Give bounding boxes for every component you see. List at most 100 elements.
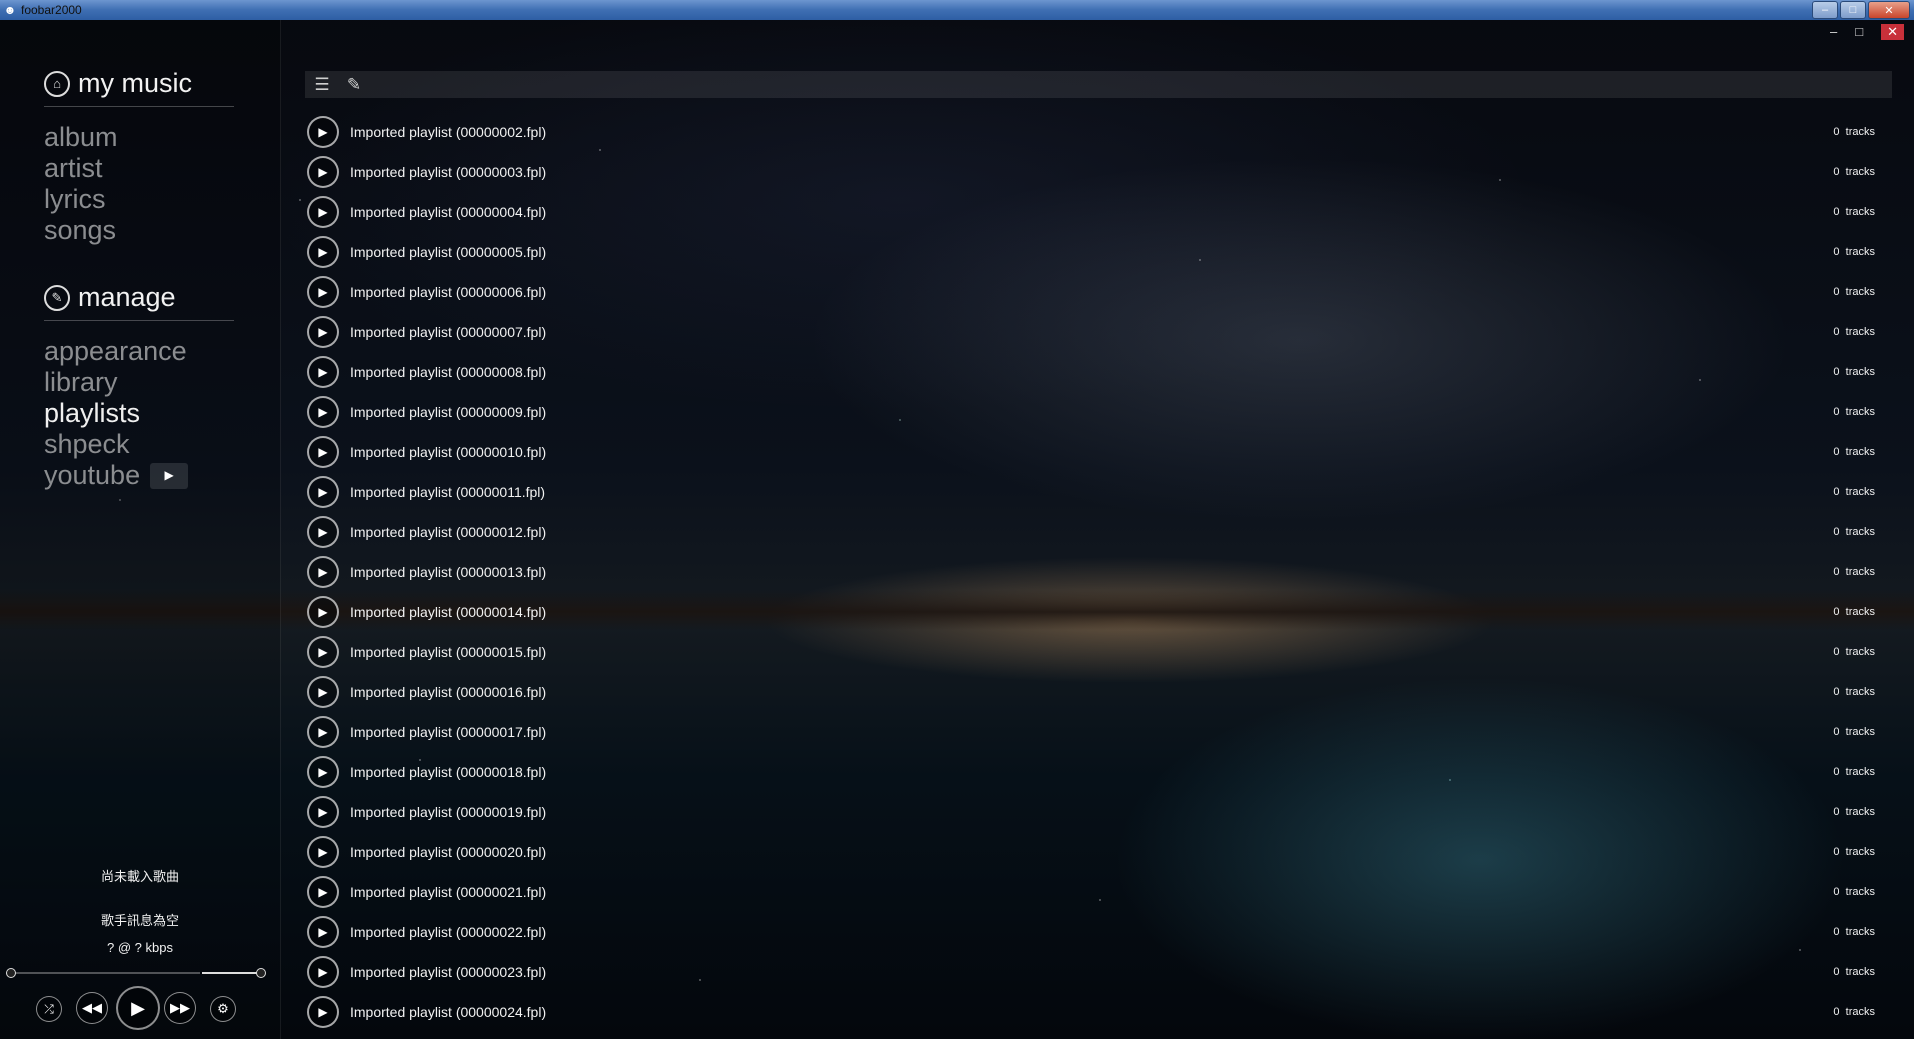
playlist-play-button[interactable]: ▶ [307,996,339,1028]
nav-item-album[interactable]: album [44,122,118,153]
playlist-row[interactable]: ▶ Imported playlist (00000006.fpl) 0 track… [305,272,1875,312]
section-manage[interactable]: ✎ manage [44,282,176,313]
play-icon: ▶ [318,605,328,619]
playlist-play-button[interactable]: ▶ [307,196,339,228]
nav-item-appearance[interactable]: appearance [44,336,188,367]
maximize-button[interactable]: □ [1840,1,1866,19]
nav-item-youtube-row: youtube ▶ [44,460,189,491]
playlist-play-button[interactable]: ▶ [307,716,339,748]
playlist-play-button[interactable]: ▶ [307,556,339,588]
playlist-row[interactable]: ▶ Imported playlist (00000013.fpl) 0 track… [305,552,1875,592]
playlist-play-button[interactable]: ▶ [307,276,339,308]
playlist-play-button[interactable]: ▶ [307,516,339,548]
playlist-play-button[interactable]: ▶ [307,236,339,268]
track-count-unit: tracks [1845,926,1875,938]
playlist-play-button[interactable]: ▶ [307,356,339,388]
playlist-row[interactable]: ▶ Imported playlist (00000007.fpl) 0 track… [305,312,1875,352]
nav-item-lyrics[interactable]: lyrics [44,184,118,215]
next-button[interactable]: ▶▶ [164,992,196,1024]
playlist-play-button[interactable]: ▶ [307,316,339,348]
playlist-row[interactable]: ▶ Imported playlist (00000017.fpl) 0 track… [305,712,1875,752]
play-icon: ▶ [318,965,328,979]
playlist-play-button[interactable]: ▶ [307,396,339,428]
playlist-track-count: 0 tracks [1833,646,1875,658]
playlist-play-button[interactable]: ▶ [307,836,339,868]
nav-item-songs[interactable]: songs [44,215,118,246]
track-count-unit: tracks [1845,446,1875,458]
playlist-row[interactable]: ▶ Imported playlist (00000008.fpl) 0 track… [305,352,1875,392]
playlist-play-button[interactable]: ▶ [307,436,339,468]
playlist-row[interactable]: ▶ Imported playlist (00000016.fpl) 0 track… [305,672,1875,712]
playlist-row[interactable]: ▶ Imported playlist (00000005.fpl) 0 track… [305,232,1875,272]
playlist-play-button[interactable]: ▶ [307,596,339,628]
playlist-name: Imported playlist (00000011.fpl) [350,484,546,500]
play-icon: ▶ [318,645,328,659]
playlist-name: Imported playlist (00000004.fpl) [350,204,547,220]
edit-icon[interactable]: ✎ [343,74,365,96]
playlist-row[interactable]: ▶ Imported playlist (00000004.fpl) 0 track… [305,192,1875,232]
now-playing-bitrate: ? @ ? kbps [107,940,173,955]
close-button[interactable]: ✕ [1868,1,1910,19]
playlist-row[interactable]: ▶ Imported playlist (00000003.fpl) 0 track… [305,152,1875,192]
playlist-row[interactable]: ▶ Imported playlist (00000011.fpl) 0 track… [305,472,1875,512]
track-count-unit: tracks [1845,686,1875,698]
nav-item-library[interactable]: library [44,367,188,398]
minimize-button[interactable]: – [1812,1,1838,19]
nav-item-shpeck[interactable]: shpeck [44,429,188,460]
playlist-row[interactable]: ▶ Imported playlist (00000021.fpl) 0 track… [305,872,1875,912]
playlist-track-count: 0 tracks [1833,406,1875,418]
playlist-row[interactable]: ▶ Imported playlist (00000009.fpl) 0 track… [305,392,1875,432]
track-count-unit: tracks [1845,326,1875,338]
playlist-play-button[interactable]: ▶ [307,796,339,828]
playlist-row[interactable]: ▶ Imported playlist (00000022.fpl) 0 track… [305,912,1875,952]
play-icon: ▶ [318,765,328,779]
playlist-track-count: 0 tracks [1833,1006,1875,1018]
seek-bar[interactable] [6,972,200,974]
inner-minimize-button[interactable]: – [1830,24,1837,40]
playlist-track-count: 0 tracks [1833,326,1875,338]
inner-maximize-button[interactable]: □ [1855,24,1863,40]
volume-bar[interactable] [202,972,262,974]
playlist-row[interactable]: ▶ Imported playlist (00000012.fpl) 0 track… [305,512,1875,552]
playlist-play-button[interactable]: ▶ [307,476,339,508]
previous-button[interactable]: ◀◀ [76,992,108,1024]
section-my-music[interactable]: ⌂ my music [44,68,192,99]
playlist-play-button[interactable]: ▶ [307,756,339,788]
playlist-play-button[interactable]: ▶ [307,876,339,908]
playlist-row[interactable]: ▶ Imported playlist (00000020.fpl) 0 track… [305,832,1875,872]
playlist-name: Imported playlist (00000016.fpl) [350,684,547,700]
sidebar: ⌂ my music album artist lyrics songs ✎ m… [0,20,281,1039]
playlist-play-button[interactable]: ▶ [307,676,339,708]
track-count-unit: tracks [1845,366,1875,378]
volume-handle[interactable] [256,968,266,978]
shuffle-button[interactable]: ⤮ [36,996,62,1022]
playlist-row[interactable]: ▶ Imported playlist (00000002.fpl) 0 track… [305,112,1875,152]
gear-icon: ⚙ [217,1001,229,1016]
play-button[interactable]: ▶ [116,986,160,1030]
playlist-row[interactable]: ▶ Imported playlist (00000010.fpl) 0 track… [305,432,1875,472]
playlist-row[interactable]: ▶ Imported playlist (00000014.fpl) 0 track… [305,592,1875,632]
playlist-play-button[interactable]: ▶ [307,156,339,188]
playlist-play-button[interactable]: ▶ [307,956,339,988]
playlist-row[interactable]: ▶ Imported playlist (00000023.fpl) 0 track… [305,952,1875,992]
youtube-play-button[interactable]: ▶ [150,462,189,489]
play-icon: ▶ [318,325,328,339]
playlist-play-button[interactable]: ▶ [307,916,339,948]
nav-item-youtube[interactable]: youtube [44,460,140,491]
nav-item-playlists[interactable]: playlists [44,398,188,429]
playlist-toolbar: ☰ ✎ [305,71,1892,98]
menu-icon[interactable]: ☰ [311,74,333,96]
play-icon: ▶ [318,245,328,259]
playlist-row[interactable]: ▶ Imported playlist (00000019.fpl) 0 track… [305,792,1875,832]
inner-close-button[interactable]: ✕ [1881,24,1904,40]
playlist-row[interactable]: ▶ Imported playlist (00000018.fpl) 0 track… [305,752,1875,792]
playlist-row[interactable]: ▶ Imported playlist (00000024.fpl) 0 track… [305,992,1875,1032]
track-count-unit: tracks [1845,726,1875,738]
playlist-row[interactable]: ▶ Imported playlist (00000015.fpl) 0 track… [305,632,1875,672]
nav-item-artist[interactable]: artist [44,153,118,184]
playlist-play-button[interactable]: ▶ [307,116,339,148]
playlist-play-button[interactable]: ▶ [307,636,339,668]
settings-button[interactable]: ⚙ [210,996,236,1022]
seek-handle[interactable] [6,968,16,978]
playlist-track-count: 0 tracks [1833,606,1875,618]
